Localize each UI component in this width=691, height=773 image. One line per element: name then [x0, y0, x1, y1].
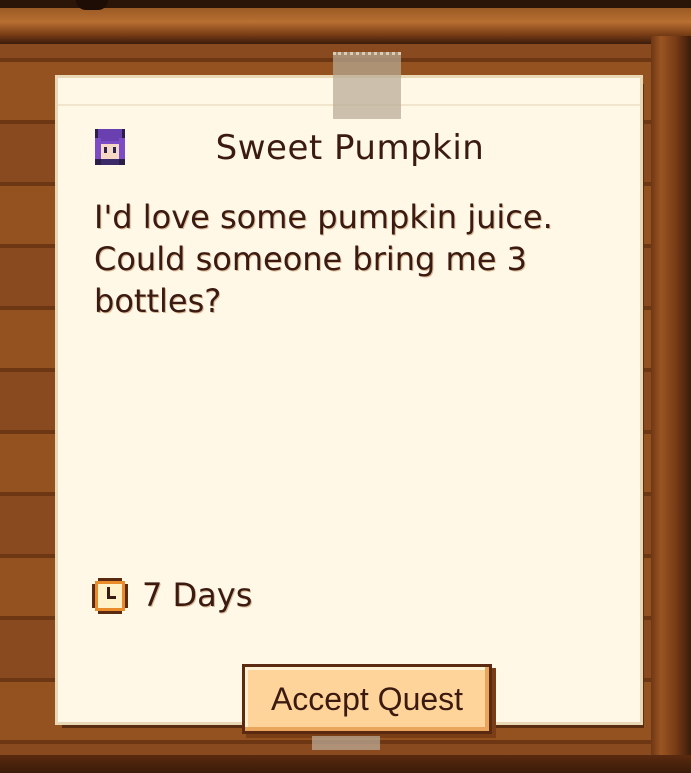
board-peg [76, 0, 108, 10]
board-frame-right [651, 36, 691, 773]
tape-top [333, 52, 401, 119]
quest-note [58, 78, 640, 722]
accept-quest-button[interactable]: Accept Quest [242, 664, 492, 734]
quest-description: I'd love some pumpkin juice. Could someo… [94, 198, 553, 320]
clock-icon [92, 578, 128, 614]
board-frame-bottom [0, 755, 691, 773]
villager-portrait-icon [92, 129, 128, 165]
time-remaining: 7 Days [142, 576, 253, 614]
tape-bottom [312, 736, 380, 750]
quest-title: Sweet Pumpkin [215, 128, 485, 168]
